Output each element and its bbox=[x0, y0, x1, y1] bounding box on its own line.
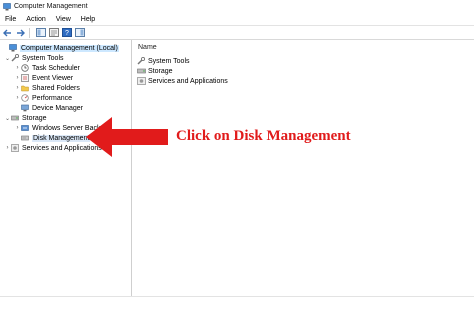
tree-item-label: Task Scheduler bbox=[32, 64, 80, 72]
tree-item-label: Device Manager bbox=[32, 104, 83, 112]
tree-item-disk-management[interactable]: Disk Management bbox=[21, 133, 91, 143]
action-pane-icon[interactable] bbox=[74, 28, 85, 38]
svg-text:?: ? bbox=[65, 30, 69, 37]
chevron-down-icon[interactable]: ⌄ bbox=[4, 115, 11, 122]
column-header-name[interactable]: Name bbox=[138, 44, 157, 51]
chevron-right-icon[interactable]: › bbox=[14, 95, 21, 101]
chevron-down-icon[interactable]: ⌄ bbox=[4, 55, 11, 62]
tree-item-performance[interactable]: › Performance bbox=[14, 93, 72, 103]
clock-icon bbox=[21, 64, 29, 72]
list-item-label: Storage bbox=[148, 67, 173, 75]
menu-action[interactable]: Action bbox=[21, 16, 50, 23]
tree-item-label: Storage bbox=[22, 114, 47, 122]
menu-file[interactable]: File bbox=[0, 16, 21, 23]
show-tree-icon[interactable] bbox=[35, 28, 46, 38]
computer-management-icon bbox=[3, 2, 11, 10]
device-manager-icon bbox=[21, 104, 29, 112]
list-item-label: Services and Applications bbox=[148, 77, 228, 85]
tree-item-task-scheduler[interactable]: › Task Scheduler bbox=[14, 63, 80, 73]
tree-item-shared-folders[interactable]: › Shared Folders bbox=[14, 83, 80, 93]
navigation-tree: Computer Management (Local) ⌄ System Too… bbox=[0, 40, 132, 296]
chevron-right-icon[interactable]: › bbox=[14, 65, 21, 71]
title-bar: Computer Management bbox=[0, 0, 474, 13]
disk-icon bbox=[21, 135, 29, 141]
computer-icon bbox=[9, 44, 17, 52]
services-icon bbox=[11, 144, 19, 152]
forward-icon[interactable] bbox=[15, 28, 26, 38]
tree-item-event-viewer[interactable]: › Event Viewer bbox=[14, 73, 73, 83]
menu-help[interactable]: Help bbox=[76, 16, 100, 23]
tree-item-storage[interactable]: ⌄ Storage bbox=[4, 113, 47, 123]
tree-item-label: Event Viewer bbox=[32, 74, 74, 82]
toolbar-separator bbox=[29, 27, 30, 38]
tree-item-label: System Tools bbox=[22, 54, 64, 62]
annotation-text: Click on Disk Management bbox=[176, 128, 351, 144]
storage-icon bbox=[11, 115, 19, 121]
menu-bar: File Action View Help bbox=[0, 13, 474, 25]
list-item-label: System Tools bbox=[148, 57, 190, 65]
shared-folder-icon bbox=[21, 85, 29, 92]
tree-item-system-tools[interactable]: ⌄ System Tools bbox=[4, 53, 64, 63]
menu-view[interactable]: View bbox=[51, 16, 76, 23]
help-icon[interactable]: ? bbox=[61, 28, 72, 38]
chevron-right-icon[interactable]: › bbox=[4, 145, 11, 151]
status-divider bbox=[0, 296, 474, 297]
chevron-right-icon[interactable]: › bbox=[14, 75, 21, 81]
content-pane: Name System Tools Storage Services and A… bbox=[134, 40, 474, 296]
event-log-icon bbox=[21, 74, 29, 82]
back-icon[interactable] bbox=[2, 28, 13, 38]
performance-icon bbox=[21, 94, 29, 102]
tree-item-device-manager[interactable]: Device Manager bbox=[21, 103, 83, 113]
window-title: Computer Management bbox=[14, 3, 88, 10]
toolbar: ? bbox=[0, 25, 474, 40]
list-item-storage[interactable]: Storage bbox=[137, 66, 173, 76]
tree-item-label: Shared Folders bbox=[32, 84, 80, 92]
backup-icon bbox=[21, 125, 29, 131]
tools-icon bbox=[137, 57, 146, 65]
properties-icon[interactable] bbox=[48, 28, 59, 38]
tree-item-label: Computer Management (Local) bbox=[20, 44, 119, 52]
chevron-right-icon[interactable]: › bbox=[14, 85, 21, 91]
tree-item-label: Disk Management bbox=[32, 134, 91, 142]
tools-icon bbox=[11, 54, 19, 62]
list-item-services-apps[interactable]: Services and Applications bbox=[137, 76, 228, 86]
tree-item-root[interactable]: Computer Management (Local) bbox=[2, 43, 119, 53]
chevron-right-icon[interactable]: › bbox=[14, 125, 21, 131]
list-item-system-tools[interactable]: System Tools bbox=[137, 56, 190, 66]
red-arrow-icon bbox=[86, 117, 168, 157]
tree-item-label: Performance bbox=[32, 94, 73, 102]
storage-icon bbox=[137, 68, 146, 74]
services-icon bbox=[137, 77, 146, 85]
